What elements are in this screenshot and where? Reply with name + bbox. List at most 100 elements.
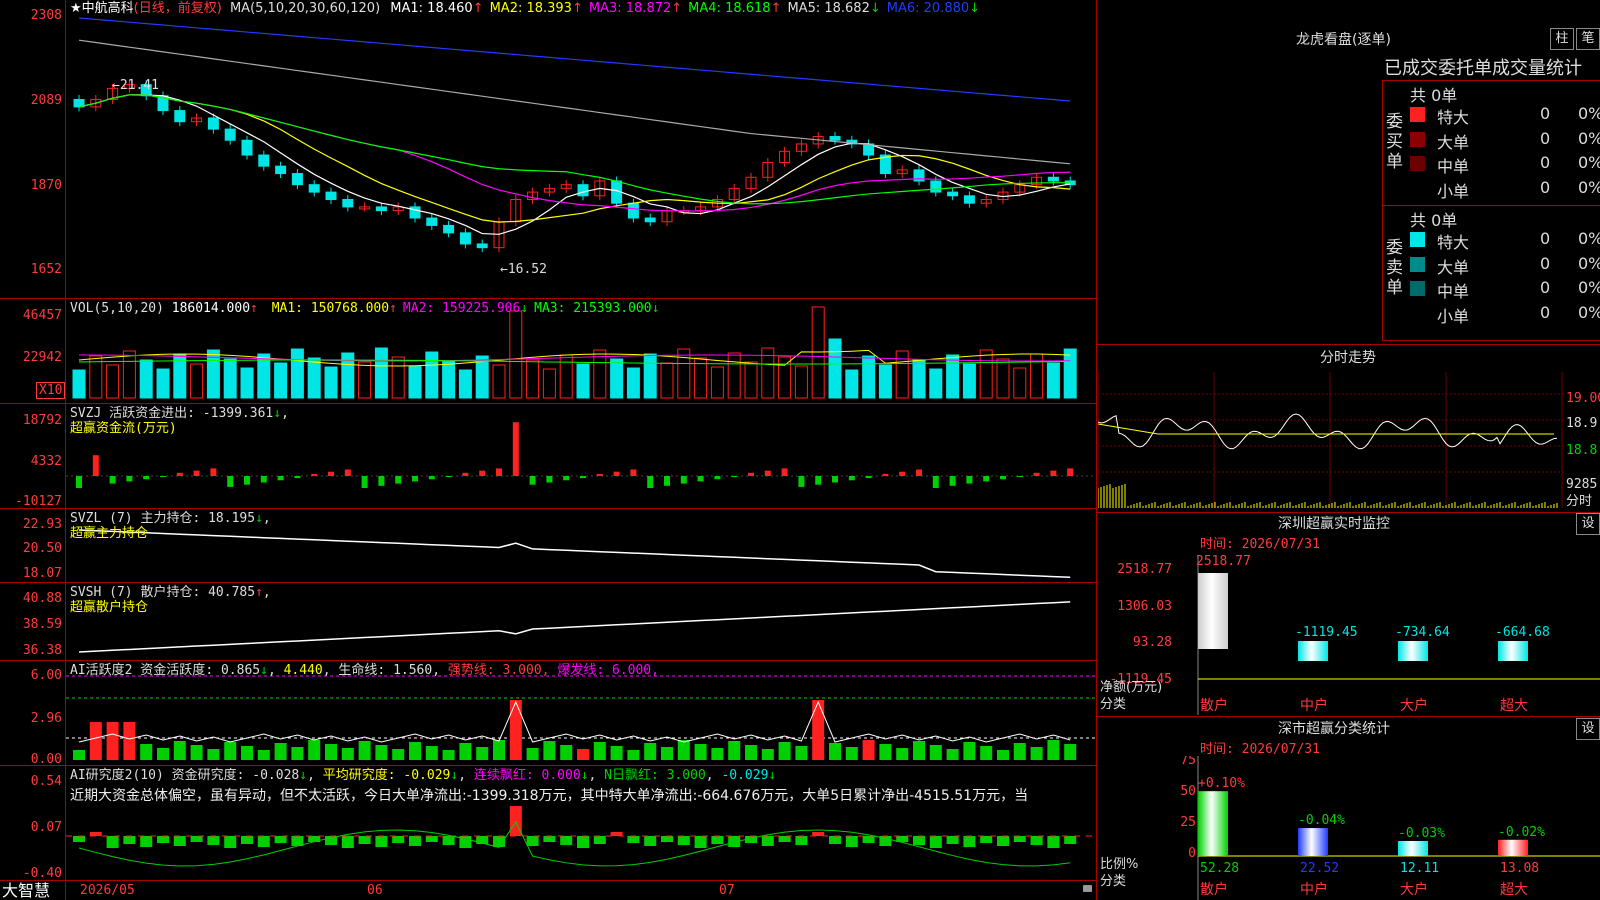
order-count: 0 — [1540, 153, 1551, 172]
order-pct: 0% — [1578, 128, 1600, 148]
volume-bar — [996, 358, 1010, 399]
ai1-bar — [526, 748, 539, 760]
ai1-bar — [627, 750, 640, 760]
ai2-bar — [694, 836, 707, 848]
tick-view-button[interactable]: 笔 — [1576, 28, 1600, 50]
ai1-bar — [862, 740, 875, 760]
x-date-label: 06 — [367, 883, 383, 898]
ai2-bar — [997, 836, 1009, 846]
ai2-bar — [610, 832, 623, 836]
volume-bar — [240, 367, 254, 399]
order-size-swatch — [1410, 305, 1425, 321]
ma-legend-ma4: MA4: 18.618↑ — [688, 1, 782, 16]
ai2-tick: -0.40 — [22, 866, 62, 881]
volume-bar — [677, 348, 691, 399]
ai2-bar — [358, 836, 371, 844]
tab-orders[interactable]: 委托单 — [1438, 58, 1492, 79]
svzj-bar — [680, 476, 687, 484]
volume-bar — [442, 360, 456, 399]
volume-bar — [559, 354, 573, 399]
ma-legend-ma2: MA2: 18.393↑ — [489, 1, 583, 16]
lhb-title: 龙虎看盘(逐单) — [1296, 32, 1391, 48]
ai2-comment: 近期大资金总体偏空，虽有异动，但不太活跃，今日大单净流出:-1399.318万元… — [70, 788, 1029, 804]
low-price-marker: ←16.52 — [500, 262, 547, 277]
volume-bar — [274, 362, 288, 399]
candle — [963, 195, 975, 204]
order-size-label: 小单 — [1437, 306, 1470, 326]
ai1-burst-label: 爆发线 — [557, 663, 597, 678]
ai1-burst: 6.000 — [612, 663, 652, 678]
candle — [476, 243, 488, 249]
price-tick: 2089 — [30, 93, 62, 108]
ai2-bar — [73, 836, 85, 842]
ai1-bar — [577, 749, 589, 760]
ai1-bar — [745, 745, 757, 760]
ai1-bar — [610, 746, 623, 760]
fenshi-tick: 18.8 — [1566, 443, 1598, 458]
svzj-bar — [764, 470, 771, 476]
volume-bar — [727, 352, 741, 399]
order-pct: 0% — [1578, 229, 1600, 248]
volume-bar — [458, 369, 472, 399]
candle — [325, 191, 337, 201]
monitor-settings-button[interactable]: 设 — [1576, 513, 1600, 535]
class-value: 12.11 — [1400, 861, 1439, 876]
svzj-bar — [932, 476, 939, 488]
tab-filled[interactable]: 已成交 — [1384, 58, 1438, 79]
monitor-bar — [1198, 573, 1228, 649]
ai2-bar — [593, 836, 606, 844]
ai2-bar — [661, 836, 673, 842]
svzj-value: -1399.361 — [202, 406, 274, 421]
volume-bar — [862, 355, 876, 399]
class-settings-button[interactable]: 设 — [1576, 718, 1600, 740]
ma6-line — [78, 17, 1071, 102]
vol-legend-ma1: MA1: 150768.000↑ — [271, 301, 397, 316]
ai2-bar — [425, 836, 438, 842]
kline-header: ★中航高科(日线，前复权) MA(5,10,20,30,60,120) MA1:… — [70, 1, 980, 17]
ai2-bar — [274, 836, 287, 843]
ai2-bar — [257, 836, 270, 847]
ai1-value: 0.865 — [220, 663, 261, 678]
intraday-chart[interactable] — [1098, 372, 1564, 508]
svzl-sub: 超赢主力持仓 — [70, 526, 149, 541]
ai1-bar — [89, 722, 102, 760]
lock-icon[interactable] — [1083, 885, 1092, 892]
ai2-lx: 0.000 — [541, 768, 581, 783]
panel-divider — [1097, 512, 1600, 513]
svzj-label: SVZJ 活跃资金进出 — [70, 406, 188, 421]
star-icon[interactable]: ★ — [70, 1, 82, 16]
brand-logo[interactable]: 大智慧 — [2, 881, 50, 900]
ai2-bar — [106, 836, 119, 848]
ai2-bar — [946, 836, 959, 844]
svzj-bar — [815, 476, 822, 485]
volume-bar — [845, 369, 859, 399]
svzj-arrow: ↓ — [273, 406, 282, 421]
volume-bar — [811, 306, 825, 399]
order-size-swatch — [1410, 281, 1425, 296]
class-category: 超大 — [1500, 882, 1528, 898]
class-bar — [1398, 840, 1428, 856]
volume-bar — [1013, 367, 1027, 399]
svzj-bar — [865, 476, 872, 479]
ai1-bar — [778, 742, 791, 760]
ai1-bar — [157, 748, 169, 760]
ai1-bar — [929, 745, 942, 760]
fenshi-vol: 9285 — [1566, 477, 1598, 492]
tab-volume-stats[interactable]: 成交量统计 — [1492, 58, 1582, 79]
ai1-bar — [1064, 744, 1077, 760]
volume-bar — [122, 350, 136, 399]
svzj-bar — [563, 476, 570, 481]
order-pct: 0% — [1578, 153, 1600, 172]
ma2-line — [78, 94, 1071, 223]
stock-name[interactable]: 中航高科 — [82, 1, 134, 16]
lhb-table-border — [1382, 80, 1383, 340]
kline-chart-canvas[interactable] — [66, 0, 1096, 880]
order-size-swatch — [1410, 180, 1425, 196]
order-count: 0 — [1540, 302, 1551, 322]
volume-bar — [828, 338, 842, 399]
chart-mode[interactable]: (日线，前复权) — [134, 1, 222, 16]
svzj-bar — [1000, 476, 1006, 480]
class-bar — [1198, 791, 1228, 856]
volume-bar — [895, 350, 909, 399]
bar-view-button[interactable]: 柱 — [1550, 28, 1574, 50]
